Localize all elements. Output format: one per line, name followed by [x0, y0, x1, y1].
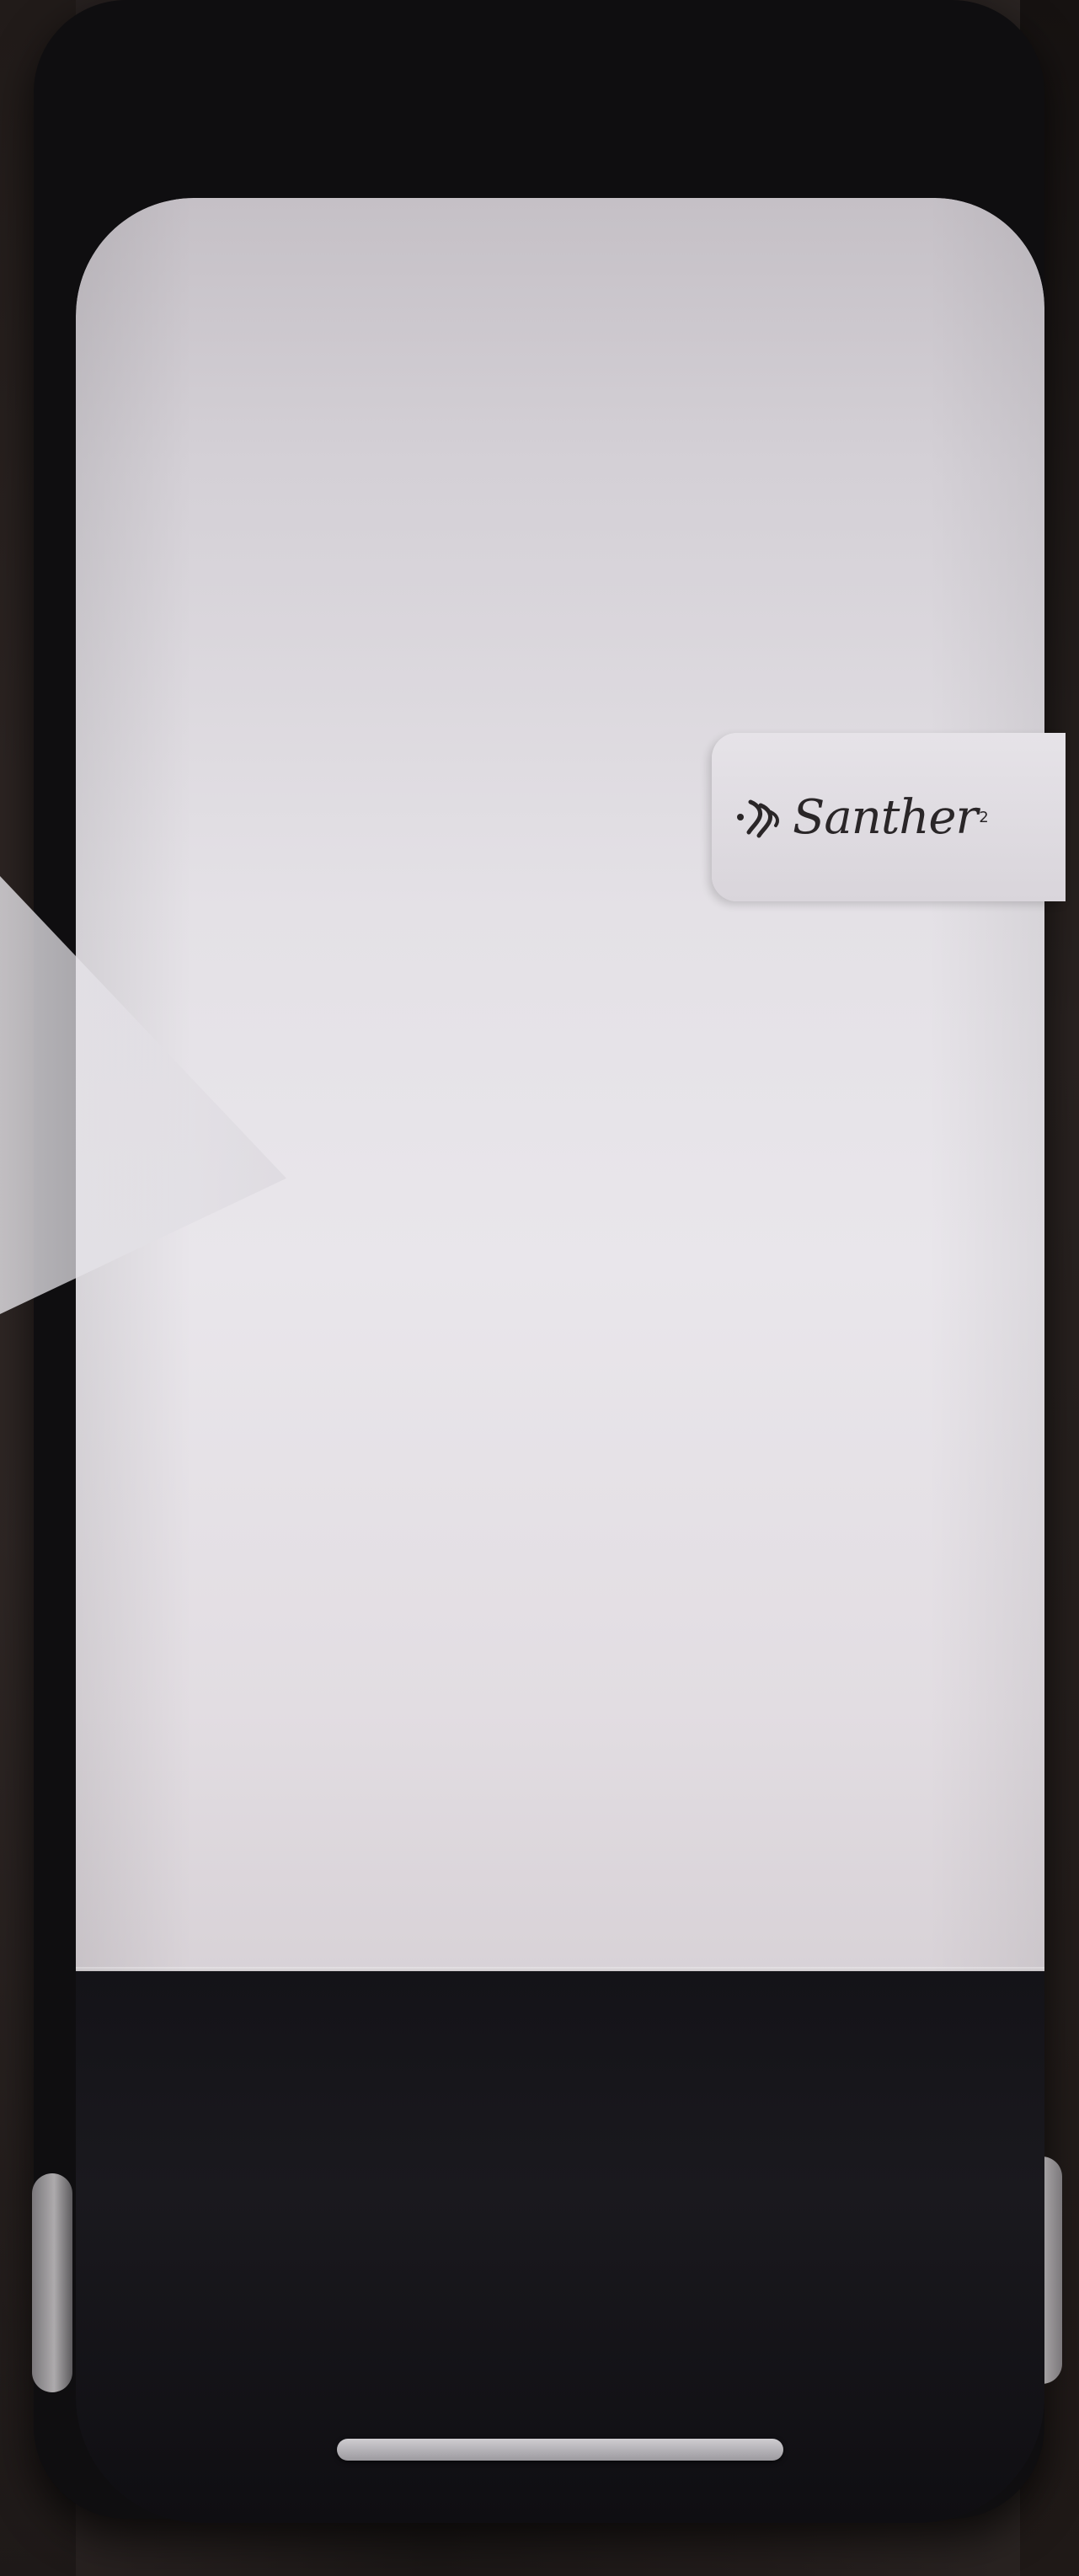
left-side-rail [32, 2173, 72, 2392]
cover-shading [76, 198, 1044, 1975]
dispensing-slot [337, 2439, 783, 2461]
dispenser-body [76, 198, 1044, 2523]
brand-logo-icon [737, 799, 779, 838]
brand-name: Santher [793, 789, 978, 845]
brand-badge: Santher 2 [712, 733, 1066, 901]
brand-mark: 2 [979, 808, 989, 826]
photo-scene: Santher 2 [0, 0, 1079, 2576]
